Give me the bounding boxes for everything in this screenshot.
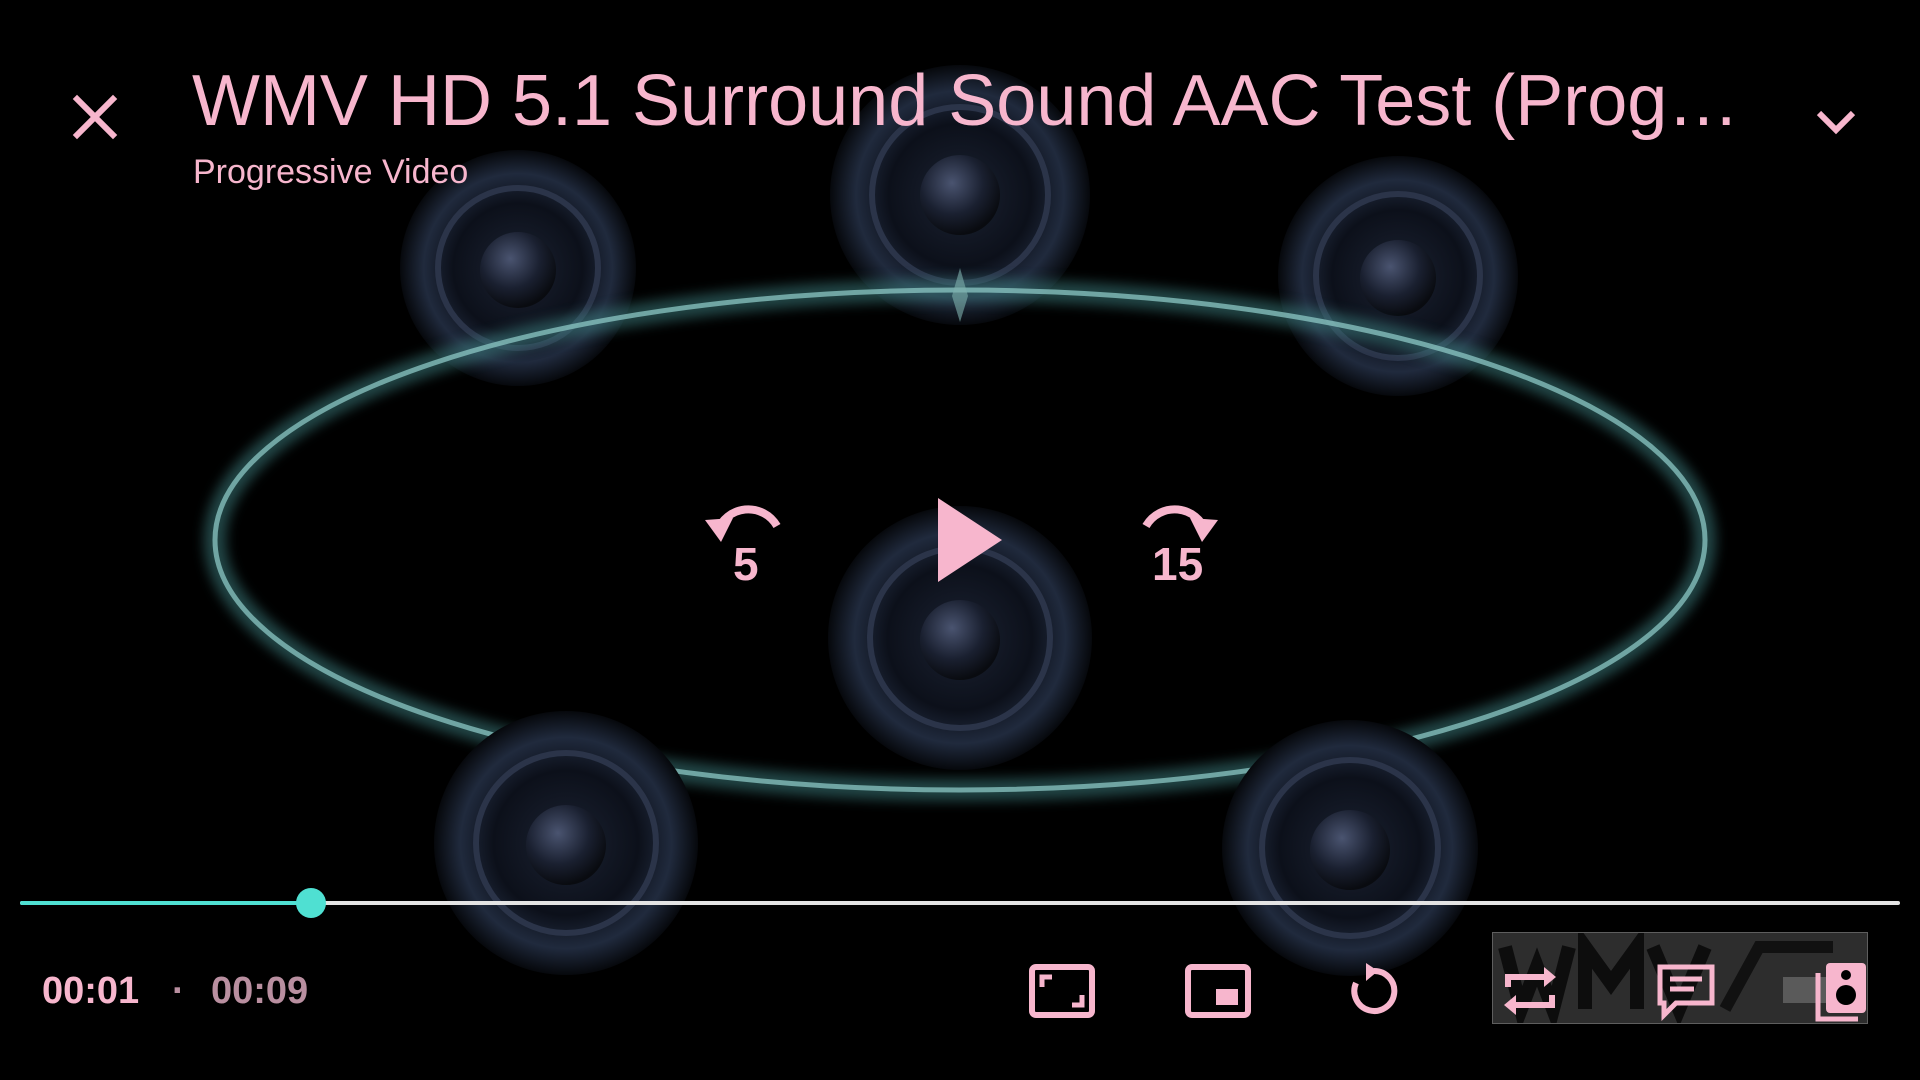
aspect-ratio-icon <box>1029 964 1095 1018</box>
audio-track-icon <box>1815 963 1866 1022</box>
play-icon <box>938 498 1002 582</box>
total-time: 00:09 <box>211 970 309 1012</box>
rewind-button[interactable]: 5 <box>695 490 795 590</box>
picture-in-picture-button[interactable] <box>1180 958 1256 1024</box>
rotate-button[interactable] <box>1336 958 1412 1024</box>
subtitles-icon <box>1657 964 1715 1021</box>
seek-bar[interactable] <box>20 888 1900 918</box>
close-button[interactable] <box>60 82 130 152</box>
repeat-button[interactable] <box>1492 958 1568 1024</box>
rotate-icon <box>1351 963 1398 1014</box>
forward-button[interactable]: 15 <box>1128 490 1228 590</box>
replay-5-icon: 5 <box>705 505 781 590</box>
play-button[interactable] <box>910 480 1030 600</box>
video-title: WMV HD 5.1 Surround Sound AAC Test (Prog… <box>192 61 1752 141</box>
time-separator: · <box>172 970 185 1012</box>
picture-in-picture-icon <box>1185 964 1251 1018</box>
audio-track-button[interactable] <box>1804 958 1880 1024</box>
forward-15-icon: 15 <box>1142 505 1218 590</box>
speaker-rear-right <box>1222 720 1478 976</box>
rewind-seconds-label: 5 <box>733 538 759 590</box>
collapse-button[interactable] <box>1806 92 1866 152</box>
close-icon <box>72 94 118 140</box>
repeat-icon <box>1504 967 1556 1015</box>
video-player[interactable]: WMV HD 5.1 Surround Sound AAC Test (Prog… <box>0 0 1920 1080</box>
speaker-rear-left <box>434 711 698 975</box>
subtitles-button[interactable] <box>1648 958 1724 1024</box>
chevron-down-icon <box>1816 110 1856 135</box>
video-subtitle: Progressive Video <box>193 153 469 191</box>
forward-seconds-label: 15 <box>1152 538 1203 590</box>
seek-progress <box>20 901 312 905</box>
aspect-ratio-button[interactable] <box>1024 958 1100 1024</box>
current-time: 00:01 <box>42 970 140 1012</box>
